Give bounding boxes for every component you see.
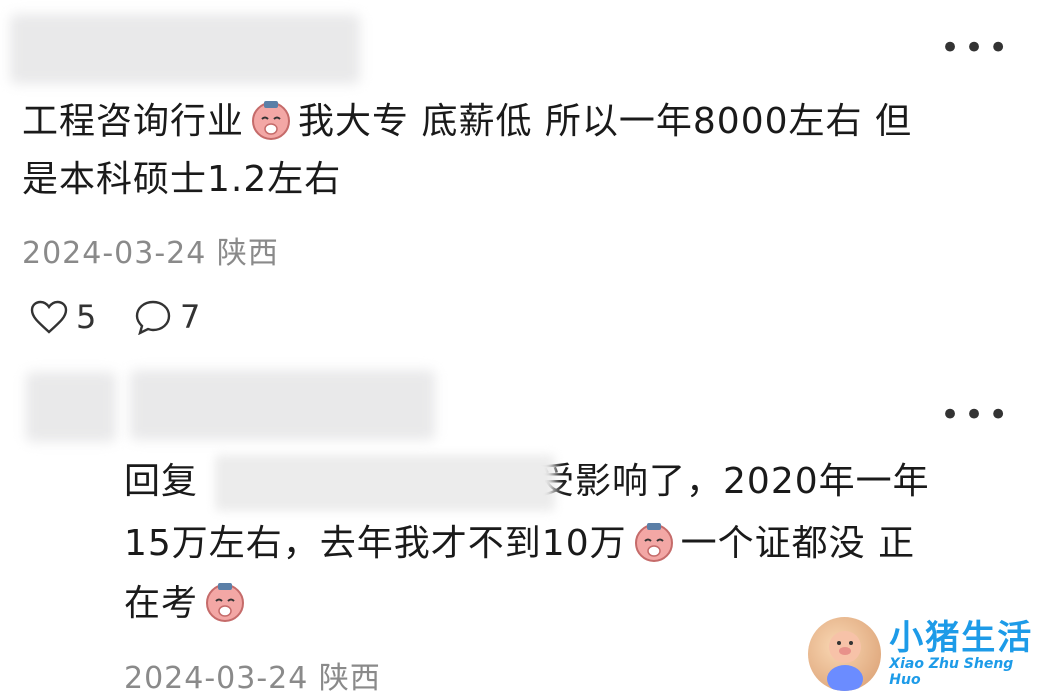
reply-date: 2024-03-24 (124, 661, 309, 696)
comment-date: 2024-03-24 (22, 236, 207, 271)
reply-prefix: 回复 (124, 461, 199, 502)
comment-text: 工程咨询行业 我大专 底薪低 所以一年8000左右 但 (22, 90, 912, 154)
more-options-icon[interactable]: ••• (940, 398, 1012, 432)
reply-text-line2: 15万左右，去年我才不到10万 一个证都没 正 (124, 512, 915, 576)
sad-emoji-icon (634, 523, 673, 562)
comment-text-part: 工程咨询行业 (22, 101, 245, 142)
like-count: 5 (76, 298, 97, 336)
avatar-redacted (26, 372, 116, 442)
like-button[interactable]: 5 (30, 298, 96, 336)
reply-meta: 2024-03-24 陕西 (124, 653, 381, 697)
watermark: 小猪生活 Xiao Zhu Sheng Huo (808, 612, 1048, 695)
reply-count: 7 (180, 298, 201, 336)
reply-text-part: 受影响了，2020年一年 (538, 461, 930, 502)
username-redacted (10, 14, 360, 84)
watermark-title: 小猪生活 (889, 617, 1034, 658)
comment-location: 陕西 (216, 236, 279, 271)
more-options-icon[interactable]: ••• (940, 31, 1012, 65)
sad-emoji-icon (252, 101, 291, 140)
heart-icon (30, 300, 68, 334)
reply-location: 陕西 (318, 661, 381, 696)
username-redacted (130, 370, 435, 440)
pig-logo-icon (808, 616, 882, 691)
comment-text-part: 我大专 底薪低 所以一年8000左右 但 (298, 101, 912, 142)
reply-text-part: 一个证都没 正 (680, 523, 916, 564)
reply-button[interactable]: 7 (134, 298, 200, 336)
watermark-subtitle: Xiao Zhu Sheng Huo (889, 655, 1014, 688)
reply-text-part: 在考 (124, 583, 199, 624)
comment-meta: 2024-03-24 陕西 (22, 228, 279, 272)
comment-text-line2: 是本科硕士1.2左右 (22, 159, 342, 200)
sad-emoji-icon (206, 583, 245, 622)
comment-bubble-icon (135, 300, 171, 335)
reply-text-part: 15万左右，去年我才不到10万 (124, 523, 627, 564)
reply-target-redacted (215, 455, 555, 511)
reply-text-line3: 在考 (124, 572, 252, 636)
